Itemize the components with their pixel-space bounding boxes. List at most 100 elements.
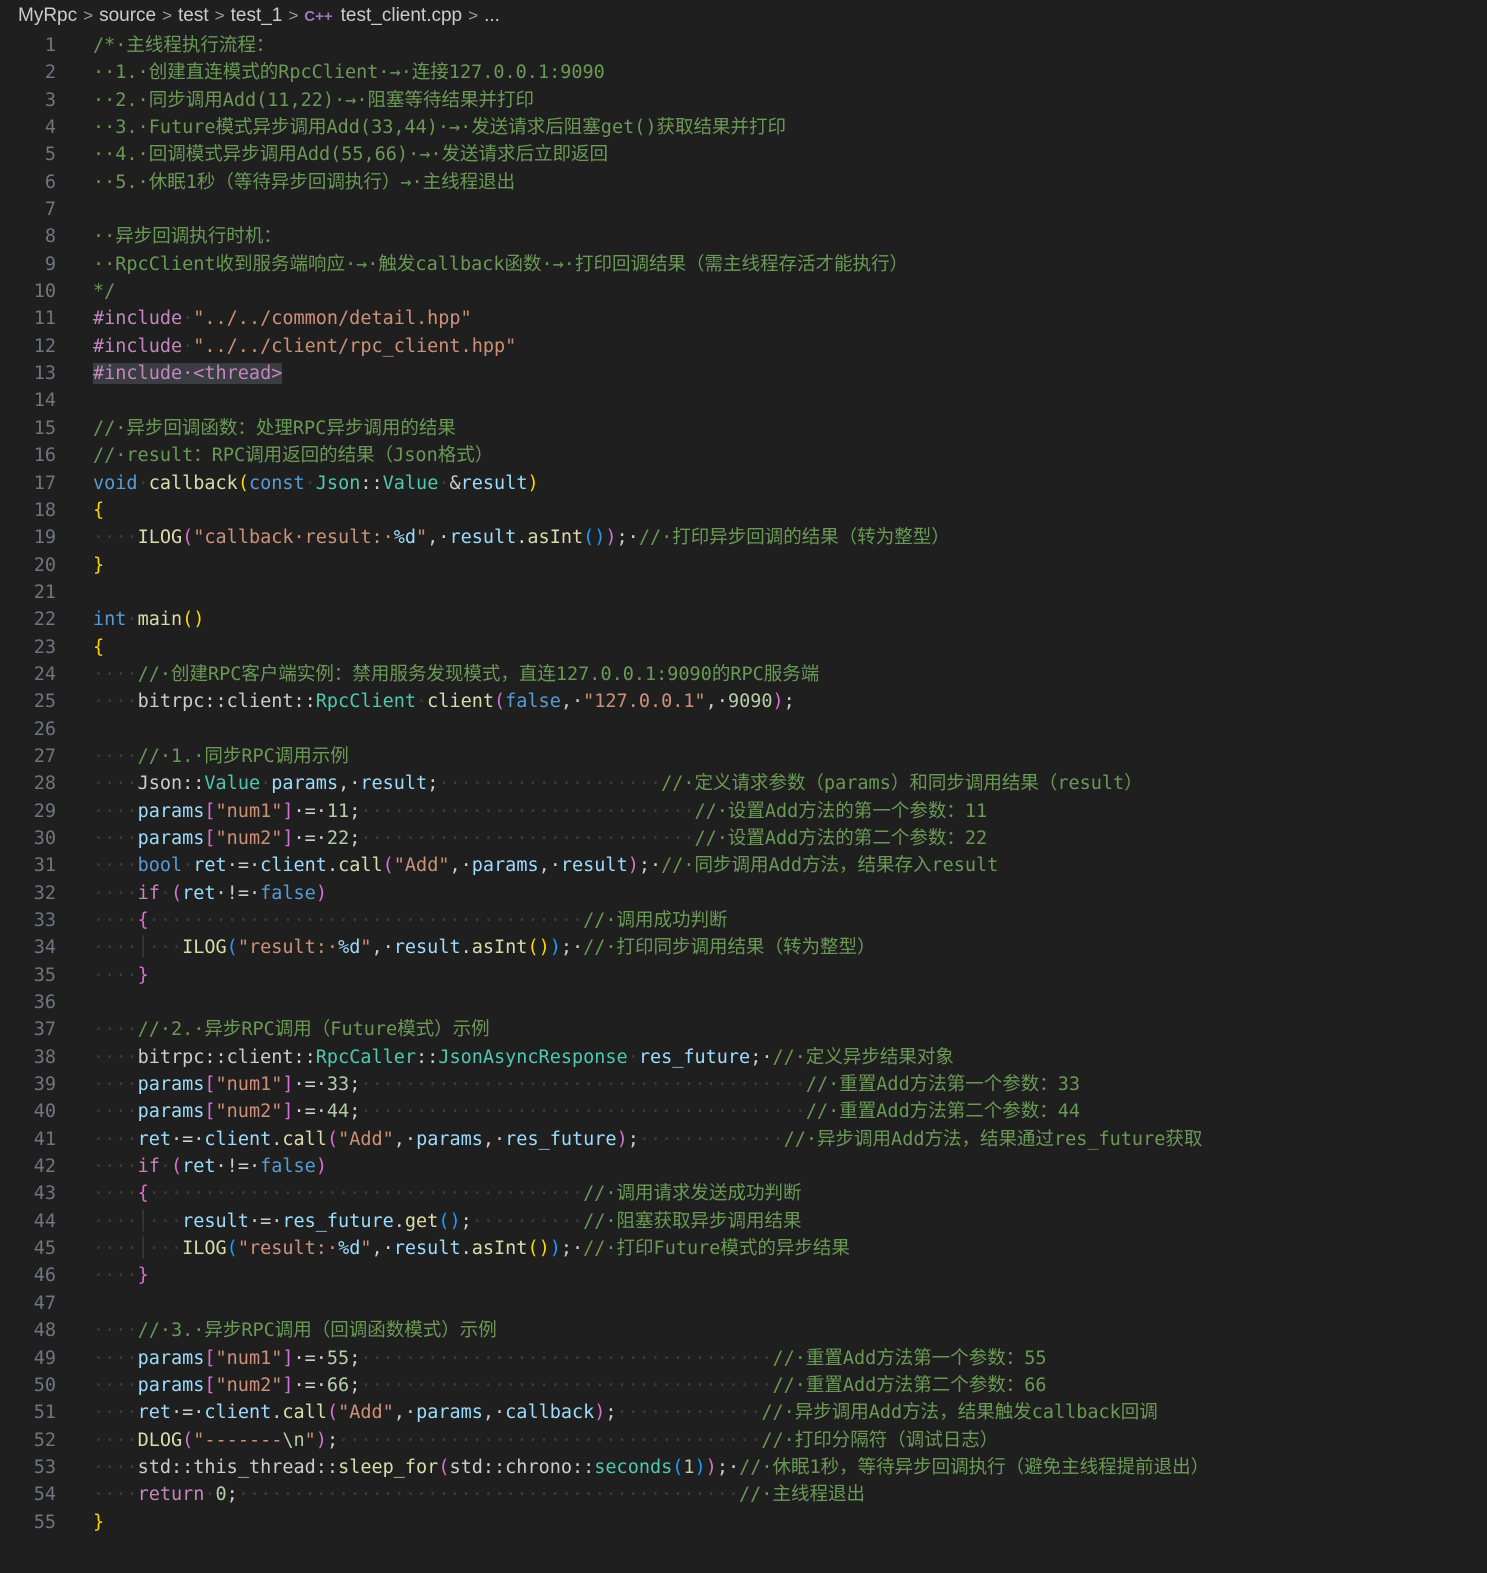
code-line[interactable]: 38 ····bitrpc::client::RpcCaller::JsonAsy… xyxy=(0,1044,1487,1071)
code-line[interactable]: 50 ····params["num2"]·=·66;··············… xyxy=(0,1372,1487,1399)
line-content: ····params["num2"]·=·66;················… xyxy=(93,1372,1047,1399)
breadcrumb-item-source[interactable]: source xyxy=(99,5,156,26)
code-token: "num1" xyxy=(215,1074,283,1096)
code-line[interactable]: 49 ····params["num1"]·=·55;··············… xyxy=(0,1345,1487,1372)
code-line[interactable]: 21 xyxy=(0,579,1487,606)
code-token: //·3.·异步RPC调用（回调函数模式）示例 xyxy=(137,1320,497,1342)
breadcrumb-item-test-1[interactable]: test_1 xyxy=(231,5,283,26)
line-number: 17 xyxy=(33,472,56,494)
code-line[interactable]: 54 ····return·0;·························… xyxy=(0,1481,1487,1508)
code-line[interactable]: 32 ····if·(ret·!=·false) xyxy=(0,880,1487,907)
code-line[interactable]: 8 ··异步回调执行时机： xyxy=(0,223,1487,250)
code-line[interactable]: 51 ····ret·=·client.call("Add",·params,·c… xyxy=(0,1399,1487,1426)
code-line[interactable]: 28 ····Json::Value·params,·result;·······… xyxy=(0,770,1487,797)
code-token: ·········· xyxy=(471,1210,584,1232)
code-token: ······························ xyxy=(360,827,695,849)
code-token: params xyxy=(137,1074,205,1096)
line-number: 41 xyxy=(33,1128,56,1150)
line-content: ····│···ILOG("result:·%d",·result.asInt(… xyxy=(93,934,876,961)
code-token: ····│··· xyxy=(93,1238,183,1260)
code-line[interactable]: 34 ····│···ILOG("result:·%d",·result.asIn… xyxy=(0,934,1487,961)
code-line[interactable]: 20} xyxy=(0,552,1487,579)
code-line[interactable]: 24 ····//·创建RPC客户端实例：禁用服务发现模式，直连127.0.0.1… xyxy=(0,661,1487,688)
code-token: ······························ xyxy=(360,800,695,822)
code-line[interactable]: 22 int·main() xyxy=(0,606,1487,633)
code-token: · xyxy=(204,1484,216,1506)
code-token: //·主线程退出 xyxy=(739,1484,865,1506)
code-line[interactable]: 33 ····{·································… xyxy=(0,907,1487,934)
code-line[interactable]: 11 #include·"../../common/detail.hpp" xyxy=(0,305,1487,332)
code-line[interactable]: 12 #include·"../../client/rpc_client.hpp" xyxy=(0,333,1487,360)
line-number: 13 xyxy=(33,363,56,385)
code-token: ···· xyxy=(93,855,138,877)
code-line[interactable]: 4 ··3.·Future模式异步调用Add(33,44)·→·发送请求后阻塞ge… xyxy=(0,114,1487,141)
line-number: 40 xyxy=(33,1101,56,1123)
code-line[interactable]: 5 ··4.·回调模式异步调用Add(55,66)·→·发送请求后立即返回 xyxy=(0,141,1487,168)
code-line[interactable]: 35 ····} xyxy=(0,962,1487,989)
code-line[interactable]: 19 ····ILOG("callback·result:·%d",·result… xyxy=(0,524,1487,551)
code-line[interactable]: 26 xyxy=(0,716,1487,743)
code-token: if xyxy=(137,1156,160,1178)
code-line[interactable]: 18 { xyxy=(0,497,1487,524)
code-line[interactable]: 42 ····if·(ret·!=·false) xyxy=(0,1153,1487,1180)
code-line[interactable]: 43 ····{·································… xyxy=(0,1180,1487,1207)
code-line[interactable]: 48 ····//·3.·异步RPC调用（回调函数模式）示例 xyxy=(0,1317,1487,1344)
code-token: ··4.·回调模式异步调用Add(55,66)·→·发送请求后立即返回 xyxy=(93,144,608,166)
code-line[interactable]: 15 //·异步回调函数：处理RPC异步调用的结果 xyxy=(0,415,1487,442)
code-token: false xyxy=(260,1156,316,1178)
code-line[interactable]: 1 /*·主线程执行流程： xyxy=(0,32,1487,59)
code-token: ( xyxy=(494,691,506,713)
code-line[interactable]: 37 ····//·2.·异步RPC调用（Future模式）示例 xyxy=(0,1016,1487,1043)
code-token: " xyxy=(304,1429,316,1451)
line-number: 14 xyxy=(33,390,56,412)
code-line[interactable]: 23 { xyxy=(0,634,1487,661)
code-line[interactable]: 2 ··1.·创建直连模式的RpcClient·→·连接127.0.0.1:909… xyxy=(0,59,1487,86)
code-line[interactable]: 46 ····} xyxy=(0,1262,1487,1289)
code-token: · xyxy=(416,691,428,713)
code-line[interactable]: 9 ··RpcClient收到服务端响应·→·触发callback函数·→·打印回… xyxy=(0,251,1487,278)
code-line[interactable]: 39 ····params["num1"]·=·33;··············… xyxy=(0,1071,1487,1098)
code-line[interactable]: 55} xyxy=(0,1509,1487,1536)
code-token: . xyxy=(271,1128,283,1150)
code-line[interactable]: 25 ····bitrpc::client::RpcClient·client(f… xyxy=(0,688,1487,715)
code-line[interactable]: 6 ··5.·休眠1秒（等待异步回调执行）→·主线程退出 xyxy=(0,169,1487,196)
breadcrumb-ellipsis[interactable]: ... xyxy=(484,5,500,26)
code-line[interactable]: 7 xyxy=(0,196,1487,223)
code-line[interactable]: 52 ····DLOG("-------\n");················… xyxy=(0,1427,1487,1454)
code-token: ) xyxy=(315,882,327,904)
code-line[interactable]: 10 */ xyxy=(0,278,1487,305)
code-token: ,· xyxy=(338,773,361,795)
code-line[interactable]: 29 ····params["num1"]·=·11;··············… xyxy=(0,798,1487,825)
code-line[interactable]: 36 xyxy=(0,989,1487,1016)
code-line[interactable]: 17 void·callback(const·Json::Value·&resul… xyxy=(0,470,1487,497)
breadcrumb-item-test[interactable]: test xyxy=(178,5,209,26)
code-line[interactable]: 3 ··2.·同步调用Add(11,22)·→·阻塞等待结果并打印 xyxy=(0,87,1487,114)
code-line[interactable]: 40 ····params["num2"]·=·44;··············… xyxy=(0,1098,1487,1125)
breadcrumb-item-myrpc[interactable]: MyRpc xyxy=(18,5,77,26)
line-number: 5 xyxy=(44,144,56,166)
code-token: "num2" xyxy=(215,1374,283,1396)
code-line[interactable]: 16 //·result：RPC调用返回的结果（Json格式） xyxy=(0,442,1487,469)
code-line[interactable]: 27 ····//·1.·同步RPC调用示例 xyxy=(0,743,1487,770)
line-number: 12 xyxy=(33,335,56,357)
code-line[interactable]: 30 ····params["num2"]·=·22;··············… xyxy=(0,825,1487,852)
code-line[interactable]: 44 ····│···result·=·res_future.get();····… xyxy=(0,1208,1487,1235)
line-content: /*·主线程执行流程： xyxy=(93,32,274,59)
code-token: //·定义异步结果对象 xyxy=(772,1046,954,1068)
code-token: ) xyxy=(616,1128,628,1150)
code-line[interactable]: 13 #include·<thread> xyxy=(0,360,1487,387)
code-token: ···· xyxy=(93,1374,138,1396)
code-line[interactable]: 47 xyxy=(0,1290,1487,1317)
code-line[interactable]: 53 ····std::this_thread::sleep_for(std::c… xyxy=(0,1454,1487,1481)
line-content: int·main() xyxy=(93,606,204,633)
code-line[interactable]: 31 ····bool·ret·=·client.call("Add",·para… xyxy=(0,852,1487,879)
code-token: int xyxy=(93,609,127,631)
code-line[interactable]: 41 ····ret·=·client.call("Add",·params,·r… xyxy=(0,1126,1487,1153)
code-token: ··1.·创建直连模式的RpcClient·→·连接127.0.0.1:9090 xyxy=(93,62,605,84)
breadcrumb-file[interactable]: test_client.cpp xyxy=(341,5,462,26)
code-token: ;· xyxy=(616,527,639,549)
code-line[interactable]: 14 xyxy=(0,387,1487,414)
code-editor[interactable]: 1 /*·主线程执行流程： 2 ··1.·创建直连模式的RpcClient·→·连接1… xyxy=(0,32,1487,1536)
code-line[interactable]: 45 ····│···ILOG("result:·%d",·result.asIn… xyxy=(0,1235,1487,1262)
code-token: Json xyxy=(315,472,361,494)
